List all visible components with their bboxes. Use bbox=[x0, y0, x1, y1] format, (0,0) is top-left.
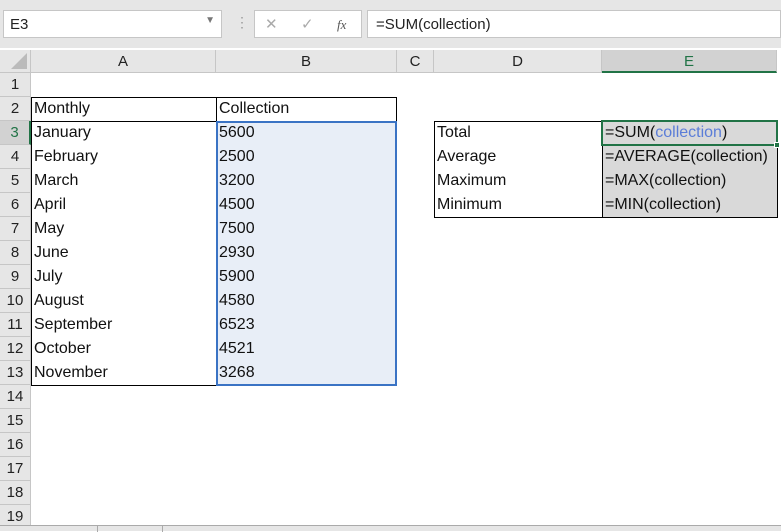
month-cell[interactable]: January bbox=[31, 121, 216, 145]
month-cell[interactable]: October bbox=[31, 337, 216, 361]
column-header-e[interactable]: E bbox=[602, 50, 777, 73]
summary-label[interactable]: Maximum bbox=[434, 169, 602, 193]
summary-formula[interactable]: =MIN(collection) bbox=[602, 193, 777, 217]
row-header-2[interactable]: 2 bbox=[0, 97, 31, 121]
chevron-down-icon[interactable]: ▼ bbox=[205, 15, 215, 26]
fill-handle[interactable] bbox=[774, 142, 780, 148]
table-header-collection[interactable]: Collection bbox=[216, 97, 397, 121]
insert-function-icon[interactable]: fx bbox=[337, 17, 346, 33]
row-header-11[interactable]: 11 bbox=[0, 313, 31, 337]
formula-bar: E3 ▼ ⋮ ✕ ✓ fx =SUM(collection) bbox=[0, 0, 781, 48]
month-cell[interactable]: July bbox=[31, 265, 216, 289]
summary-formula[interactable]: =MAX(collection) bbox=[602, 169, 777, 193]
collection-cell[interactable]: 4500 bbox=[216, 193, 397, 217]
enter-icon[interactable]: ✓ bbox=[301, 15, 314, 33]
column-header-b[interactable]: B bbox=[216, 50, 397, 73]
row-header-10[interactable]: 10 bbox=[0, 289, 31, 313]
table-header-monthly[interactable]: Monthly bbox=[31, 97, 216, 121]
row-header-18[interactable]: 18 bbox=[0, 481, 31, 505]
month-cell[interactable]: March bbox=[31, 169, 216, 193]
select-all-button[interactable] bbox=[0, 50, 31, 73]
cancel-icon[interactable]: ✕ bbox=[265, 15, 278, 33]
formula-ref: collection bbox=[655, 124, 722, 141]
formula-buttons: ✕ ✓ fx bbox=[254, 10, 362, 38]
row-header-13[interactable]: 13 bbox=[0, 361, 31, 385]
collection-cell[interactable]: 6523 bbox=[216, 313, 397, 337]
collection-cell[interactable]: 5600 bbox=[216, 121, 397, 145]
summary-label[interactable]: Minimum bbox=[434, 193, 602, 217]
horizontal-scrollbar[interactable] bbox=[162, 526, 781, 532]
row-header-16[interactable]: 16 bbox=[0, 433, 31, 457]
row-header-9[interactable]: 9 bbox=[0, 265, 31, 289]
column-header-c[interactable]: C bbox=[397, 50, 434, 73]
row-header-15[interactable]: 15 bbox=[0, 409, 31, 433]
row-header-6[interactable]: 6 bbox=[0, 193, 31, 217]
month-cell[interactable]: June bbox=[31, 241, 216, 265]
column-header-a[interactable]: A bbox=[31, 50, 216, 73]
month-cell[interactable]: August bbox=[31, 289, 216, 313]
collection-cell[interactable]: 7500 bbox=[216, 217, 397, 241]
collection-cell[interactable]: 4580 bbox=[216, 289, 397, 313]
row-header-5[interactable]: 5 bbox=[0, 169, 31, 193]
formula-input[interactable]: =SUM(collection) bbox=[367, 10, 781, 38]
row-header-4[interactable]: 4 bbox=[0, 145, 31, 169]
collection-cell[interactable]: 3200 bbox=[216, 169, 397, 193]
grip-icon: ⋮ bbox=[235, 14, 249, 30]
summary-label[interactable]: Total bbox=[434, 121, 602, 145]
sheet-nav[interactable] bbox=[0, 526, 98, 532]
formula-suffix: ) bbox=[721, 124, 728, 141]
row-header-1[interactable]: 1 bbox=[0, 73, 31, 97]
collection-cell[interactable]: 5900 bbox=[216, 265, 397, 289]
collection-cell[interactable]: 2930 bbox=[216, 241, 397, 265]
collection-cell[interactable]: 2500 bbox=[216, 145, 397, 169]
row-header-8[interactable]: 8 bbox=[0, 241, 31, 265]
row-header-17[interactable]: 17 bbox=[0, 457, 31, 481]
row-header-14[interactable]: 14 bbox=[0, 385, 31, 409]
sheet-tabs-bar bbox=[0, 525, 781, 532]
row-header-3[interactable]: 3 bbox=[0, 121, 31, 145]
summary-label[interactable]: Average bbox=[434, 145, 602, 169]
name-box[interactable]: E3 ▼ bbox=[3, 10, 222, 38]
month-cell[interactable]: November bbox=[31, 361, 216, 385]
formula-prefix: =SUM( bbox=[605, 124, 656, 141]
row-header-12[interactable]: 12 bbox=[0, 337, 31, 361]
month-cell[interactable]: February bbox=[31, 145, 216, 169]
row-header-7[interactable]: 7 bbox=[0, 217, 31, 241]
name-box-value: E3 bbox=[10, 16, 29, 33]
summary-formula[interactable]: =AVERAGE(collection) bbox=[602, 145, 777, 169]
month-cell[interactable]: September bbox=[31, 313, 216, 337]
column-header-d[interactable]: D bbox=[434, 50, 602, 73]
collection-cell[interactable]: 4521 bbox=[216, 337, 397, 361]
month-cell[interactable]: May bbox=[31, 217, 216, 241]
collection-cell[interactable]: 3268 bbox=[216, 361, 397, 385]
month-cell[interactable]: April bbox=[31, 193, 216, 217]
summary-formula-editing[interactable]: =SUM(collection) bbox=[602, 121, 777, 145]
